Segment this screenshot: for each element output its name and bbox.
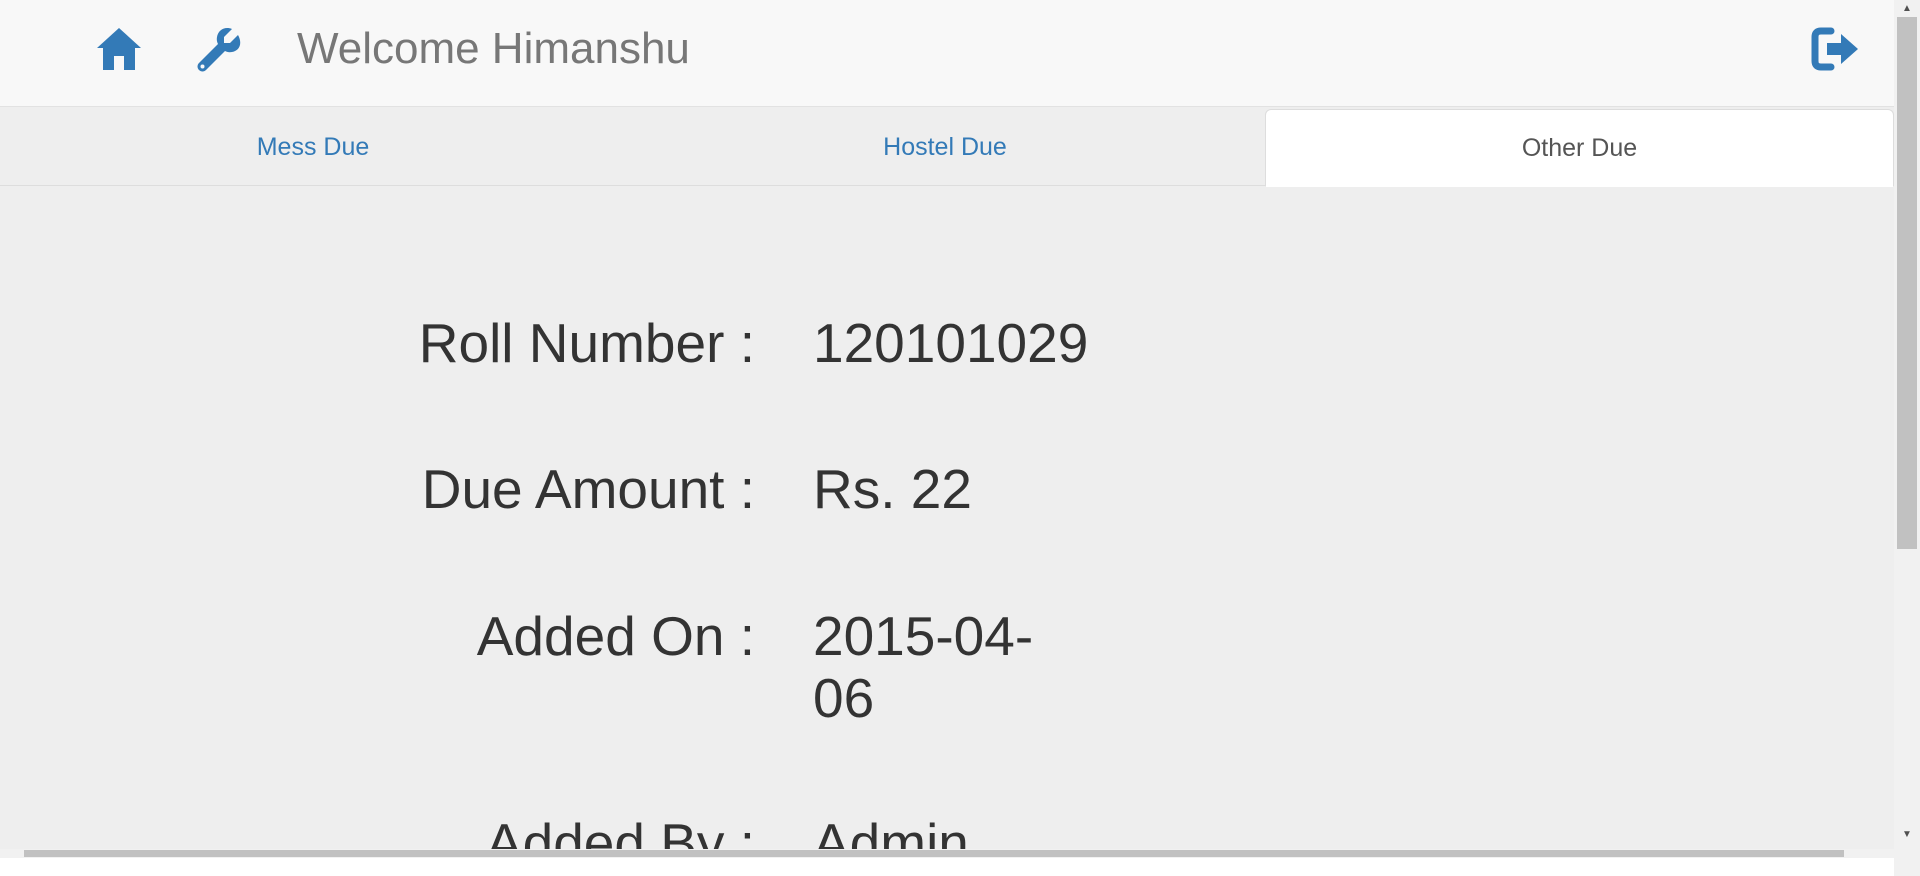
home-icon[interactable] [94, 22, 144, 76]
added-on-label: Added On : [476, 605, 755, 667]
navbar: Welcome Himanshu [0, 0, 1894, 107]
roll-number-label: Roll Number : [418, 312, 755, 374]
welcome-heading: Welcome Himanshu [297, 24, 690, 73]
scroll-down-arrow-icon[interactable]: ▼ [1894, 826, 1920, 843]
tab-other-due[interactable]: Other Due [1265, 109, 1894, 187]
due-tabs: Mess Due Hostel Due Other Due [0, 107, 1894, 187]
tab-hostel-due[interactable]: Hostel Due [632, 109, 1258, 185]
tab-mess-due[interactable]: Mess Due [0, 109, 626, 185]
horizontal-scrollbar[interactable] [0, 849, 1894, 858]
vertical-scrollbar-thumb[interactable] [1897, 17, 1917, 549]
bottom-strip [0, 858, 1894, 876]
horizontal-scrollbar-thumb[interactable] [24, 850, 1844, 857]
page-viewport: Welcome Himanshu Mess Due Hostel Due Oth… [0, 0, 1894, 858]
wrench-icon[interactable] [193, 22, 243, 76]
roll-number-value: 120101029 [813, 312, 1089, 374]
due-amount-label: Due Amount : [421, 458, 755, 520]
added-on-value: 2015-04-06 [813, 605, 1034, 729]
scroll-up-arrow-icon[interactable]: ▲ [1894, 0, 1920, 17]
logout-icon[interactable] [1811, 22, 1861, 76]
vertical-scrollbar[interactable]: ▲ ▼ [1894, 0, 1920, 876]
due-amount-value: Rs. 22 [813, 458, 972, 520]
